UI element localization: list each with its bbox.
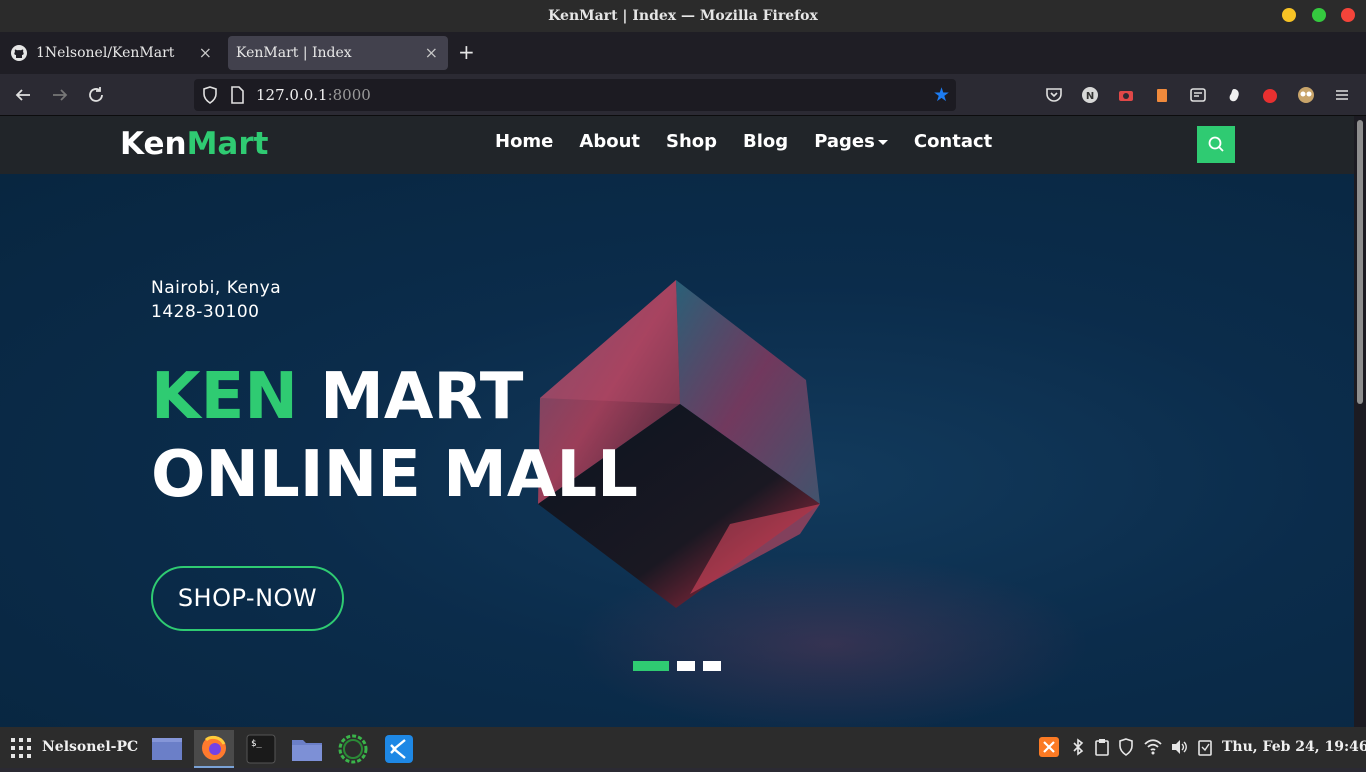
window-title: KenMart | Index — Mozilla Firefox [548,8,818,24]
headline-mart: MART [320,360,524,434]
shop-now-button[interactable]: SHOP-NOW [151,566,344,631]
screenshot-icon[interactable] [1117,86,1135,104]
tracking-shield-icon[interactable] [202,86,218,104]
system-monitor-taskbar-button[interactable] [333,730,373,768]
nav-contact[interactable]: Contact [914,131,992,152]
hero-slider: Nairobi, Kenya 1428-30100 KEN MART ONLIN… [0,174,1354,727]
hostname-label: Nelsonel-PC [42,739,139,755]
carousel-indicator-1[interactable] [633,661,669,671]
close-window-button[interactable] [1341,8,1355,22]
site-navbar: KenMart Home About Shop Blog Pages Conta… [0,116,1354,174]
caret-down-icon [877,139,888,145]
tab-kenmart[interactable]: KenMart | Index × [228,36,448,70]
clock[interactable]: Thu, Feb 24, 19:46 [1222,739,1366,755]
hero-headline: KEN MART ONLINE MALL [151,358,638,514]
site-menu: Home About Shop Blog Pages Contact [495,131,1018,152]
security-shield-icon[interactable] [1118,738,1134,756]
nav-pages-dropdown[interactable]: Pages [814,131,888,152]
site-logo[interactable]: KenMart [120,126,268,162]
folder-taskbar-button[interactable] [287,730,327,768]
terminal-taskbar-button[interactable]: $_ [241,730,281,768]
browser-toolbar: 127.0.0.1:8000 ★ N [0,74,1366,116]
files-icon [152,738,182,760]
close-tab-icon[interactable]: × [425,43,438,62]
bluetooth-icon[interactable] [1071,738,1085,756]
window-titlebar: KenMart | Index — Mozilla Firefox [0,0,1366,32]
nav-home[interactable]: Home [495,131,553,152]
tomato-extension-icon[interactable] [1261,86,1279,104]
new-tab-button[interactable]: + [458,40,475,64]
nav-pages-label: Pages [814,131,875,152]
app-grid-icon[interactable] [10,737,32,759]
forward-icon[interactable] [49,84,71,106]
bookmark-star-icon[interactable]: ★ [933,84,950,106]
vscode-taskbar-button[interactable] [379,730,419,768]
svg-text:$_: $_ [251,739,262,749]
logo-part-mart: Mart [186,126,269,162]
maximize-button[interactable] [1312,8,1326,22]
search-icon [1208,136,1224,152]
volume-icon[interactable] [1170,738,1188,756]
site-search-button[interactable] [1197,126,1235,163]
carousel-indicator-2[interactable] [677,661,695,671]
logo-part-ken: Ken [120,126,187,162]
headline-online-mall: ONLINE MALL [151,438,638,512]
clipboard-icon[interactable] [1094,738,1110,756]
system-monitor-icon [338,734,368,764]
close-tab-icon[interactable]: × [199,43,212,62]
nav-shop[interactable]: Shop [666,131,717,152]
taskbar: Nelsonel-PC $_ Thu, Feb 24, 19:46 [0,727,1366,768]
back-icon[interactable] [12,84,34,106]
url-host: 127.0.0.1 [256,86,328,104]
files-taskbar-button[interactable] [147,730,187,768]
wifi-icon[interactable] [1143,738,1163,756]
url-text[interactable]: 127.0.0.1:8000 [256,86,371,104]
reader-icon[interactable] [1189,86,1207,104]
gnome-extension-icon[interactable] [1225,86,1243,104]
url-bar[interactable]: 127.0.0.1:8000 ★ [194,79,956,111]
firefox-icon [202,735,226,760]
clipboard-extension-icon[interactable] [1153,86,1171,104]
reload-icon[interactable] [85,84,107,106]
owl-extension-icon[interactable] [1297,86,1315,104]
page-scrollbar[interactable] [1354,116,1366,727]
tab-label: 1Nelsonel/KenMart [36,45,175,61]
hero-address: Nairobi, Kenya 1428-30100 [151,276,281,324]
hamburger-menu-icon[interactable] [1333,86,1351,104]
web-page: KenMart Home About Shop Blog Pages Conta… [0,116,1354,727]
clipboard-manager-icon[interactable] [1197,738,1213,756]
minimize-button[interactable] [1282,8,1296,22]
headline-ken: KEN [151,360,298,434]
vscode-icon [385,735,413,763]
tab-github[interactable]: 1Nelsonel/KenMart × [4,36,222,70]
nav-about[interactable]: About [579,131,640,152]
folder-icon [292,740,322,761]
tab-label: KenMart | Index [236,45,352,61]
github-icon [11,45,27,61]
svg-text:N: N [1086,91,1094,102]
page-icon[interactable] [230,86,244,104]
xampp-icon[interactable] [1038,736,1060,758]
address-city: Nairobi, Kenya [151,278,282,298]
pocket-icon[interactable] [1045,86,1063,104]
carousel-indicator-3[interactable] [703,661,721,671]
nav-blog[interactable]: Blog [743,131,788,152]
terminal-icon: $_ [246,734,276,764]
url-port: :8000 [327,86,371,104]
address-postal: 1428-30100 [151,302,260,322]
tab-strip: 1Nelsonel/KenMart × KenMart | Index × [0,32,1366,74]
scrollbar-thumb[interactable] [1357,120,1363,404]
firefox-taskbar-button[interactable] [194,730,234,768]
n-extension-icon[interactable]: N [1081,86,1099,104]
